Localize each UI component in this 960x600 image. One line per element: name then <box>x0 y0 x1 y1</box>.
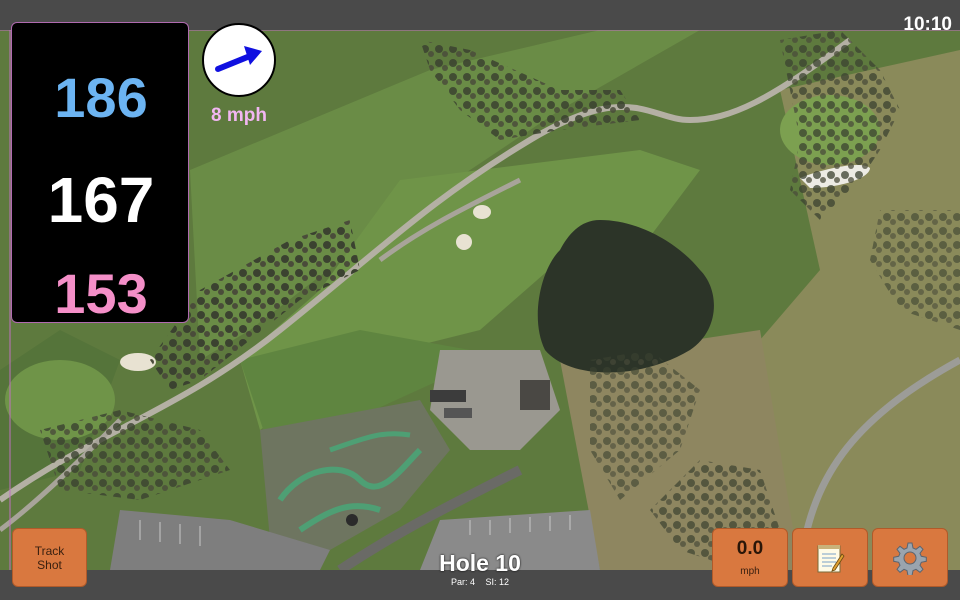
hole-info: Par: 4 SI: 12 <box>380 577 580 587</box>
distance-front: 153 <box>54 262 148 325</box>
distance-back: 186 <box>54 66 148 129</box>
wind-indicator <box>202 23 276 97</box>
notepad-icon <box>817 544 845 572</box>
distance-middle: 167 <box>47 164 155 236</box>
settings-button[interactable] <box>872 528 948 587</box>
scorecard-notes-button[interactable] <box>792 528 868 587</box>
speed-value: 0.0 <box>736 538 764 559</box>
distance-panel: 186 167 153 <box>11 22 189 325</box>
track-shot-label-line2: Shot <box>37 557 62 572</box>
gear-icon <box>893 542 927 575</box>
wind-speed-label: 8 mph <box>211 105 267 126</box>
wind-arrow-icon <box>215 46 262 72</box>
speed-unit: mph <box>740 566 760 577</box>
hole-title[interactable]: Hole 10 <box>380 550 580 577</box>
hole-stroke-index: SI: 12 <box>485 577 510 587</box>
hole-par: Par: 4 <box>450 577 475 587</box>
track-shot-button[interactable]: Track Shot <box>12 528 87 587</box>
speed-button[interactable]: 0.0 mph <box>712 528 788 587</box>
track-shot-label-line1: Track <box>34 543 65 558</box>
